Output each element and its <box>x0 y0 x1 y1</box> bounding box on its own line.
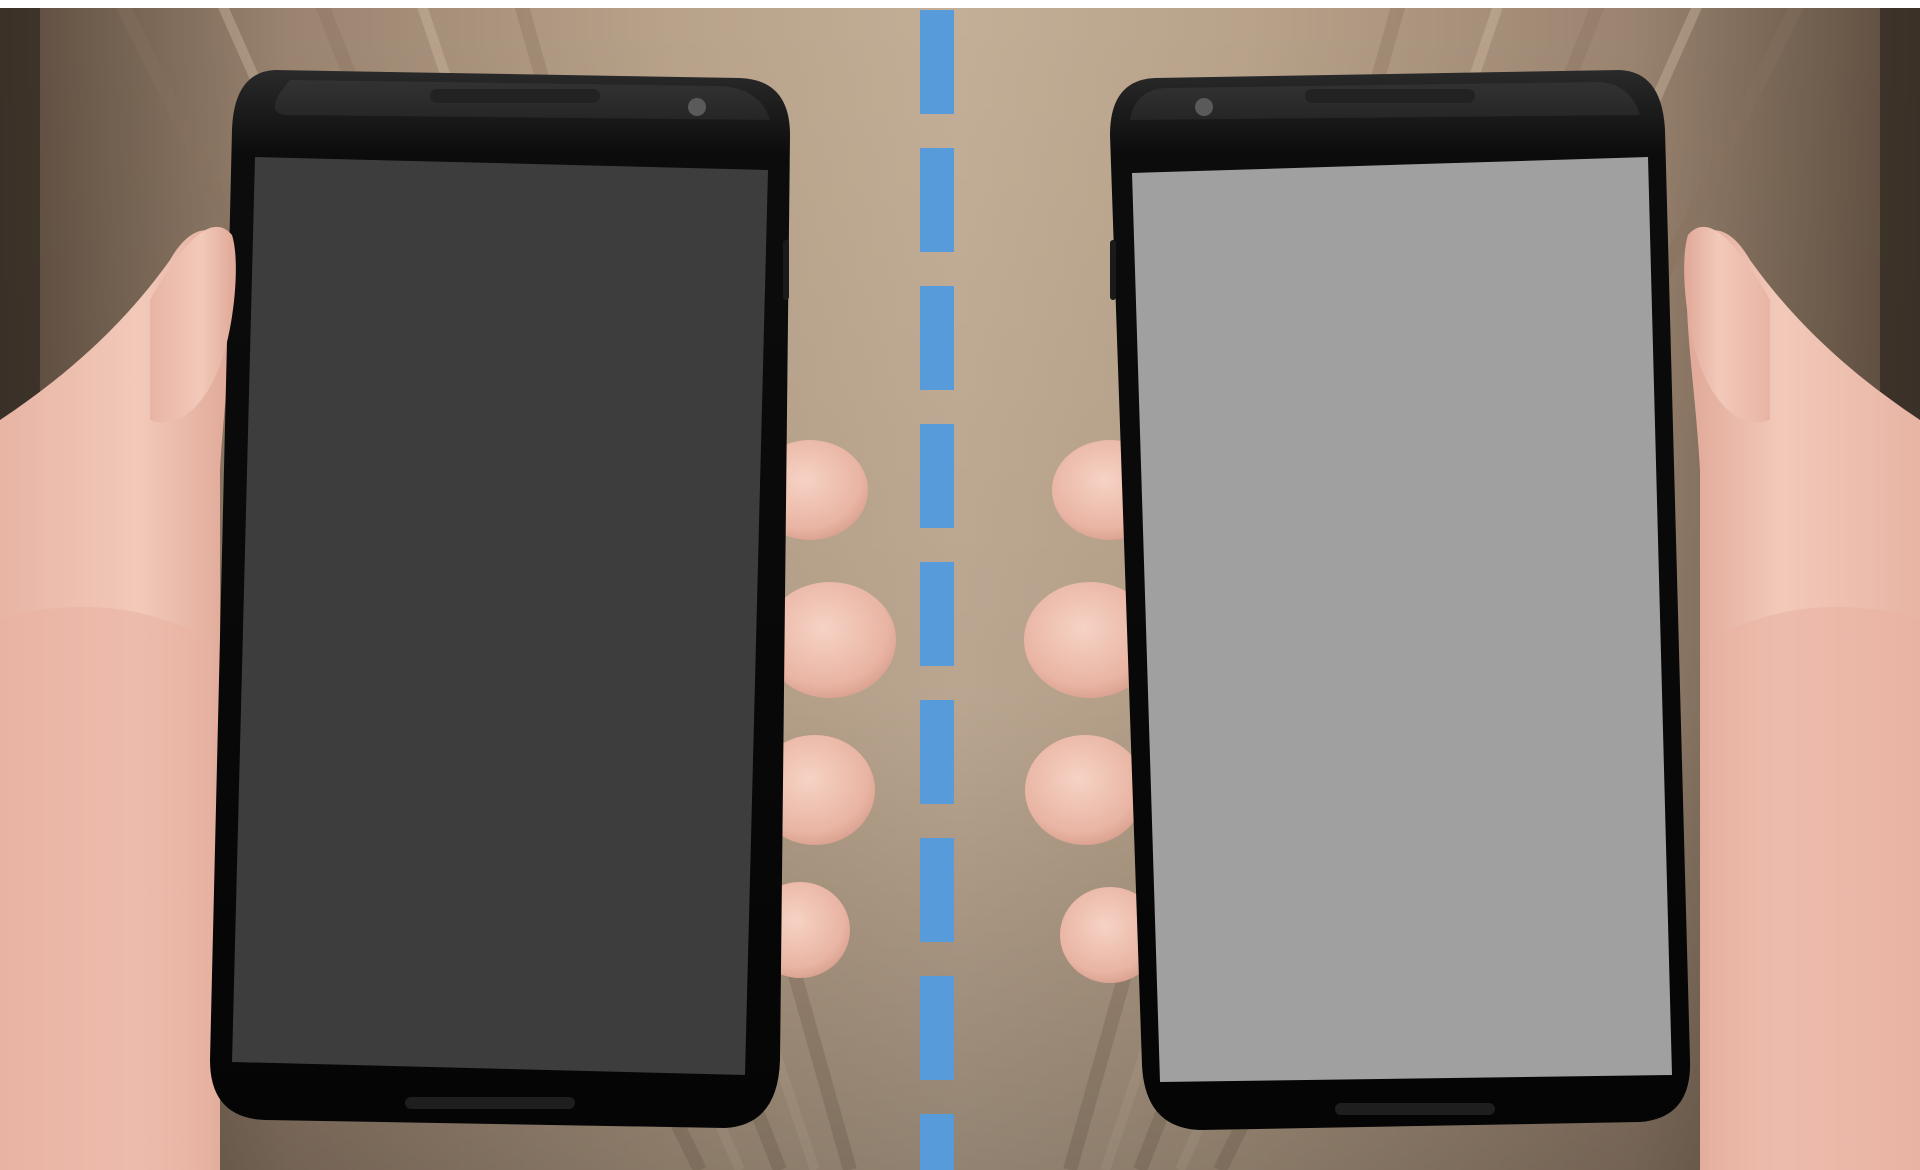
right-finger-3 <box>1025 735 1145 845</box>
left-speaker-bottom <box>405 1097 575 1109</box>
right-speaker-top <box>1305 89 1475 103</box>
left-speaker-top <box>430 89 600 103</box>
right-phone <box>1110 70 1691 1130</box>
right-camera-icon <box>1195 98 1213 116</box>
left-camera-icon <box>688 98 706 116</box>
comparison-scene <box>0 0 1920 1170</box>
left-phone <box>210 70 790 1128</box>
right-speaker-bottom <box>1335 1103 1495 1115</box>
left-phone-screen <box>232 157 768 1075</box>
right-phone-screen <box>1132 157 1672 1082</box>
